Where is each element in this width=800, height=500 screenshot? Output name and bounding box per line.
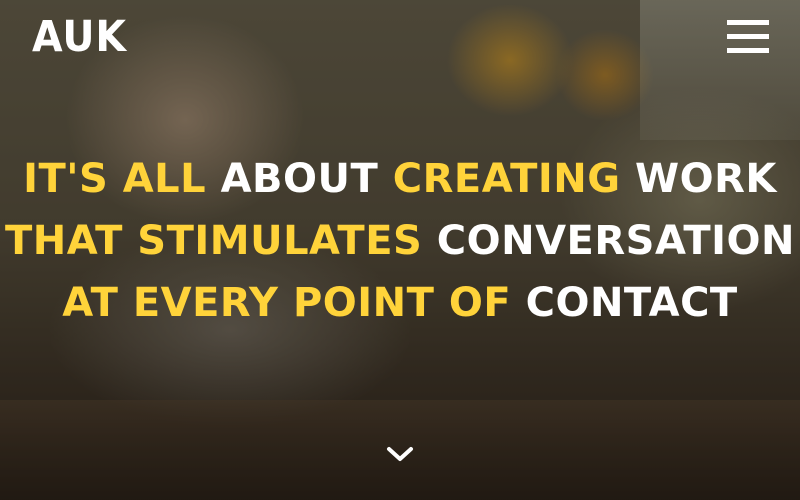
headline-line-3: AT EVERY POINT OF CONTACT [0,272,800,334]
headline-phrase: WORK [635,156,777,202]
headline-phrase: IT'S ALL [23,156,207,202]
chevron-down-icon[interactable] [386,445,414,463]
headline-phrase: CREATING [392,156,621,202]
hero-headline: IT'S ALL ABOUT CREATING WORK THAT STIMUL… [0,148,800,334]
headline-line-1: IT'S ALL ABOUT CREATING WORK [0,148,800,210]
headline-phrase: CONVERSATION [436,218,795,264]
menu-bar [727,48,769,53]
headline-phrase: ABOUT [220,156,379,202]
hamburger-menu-icon[interactable] [727,20,769,54]
headline-phrase: AT EVERY POINT OF [62,280,512,326]
menu-bar [727,34,769,39]
menu-bar [727,20,769,25]
logo[interactable]: AUK [32,12,127,62]
headline-line-2: THAT STIMULATES CONVERSATION [0,210,800,272]
headline-phrase: CONTACT [525,280,738,326]
headline-phrase: THAT STIMULATES [4,218,423,264]
hero-section: AUK IT'S ALL ABOUT CREATING WORK THAT ST… [0,0,800,500]
